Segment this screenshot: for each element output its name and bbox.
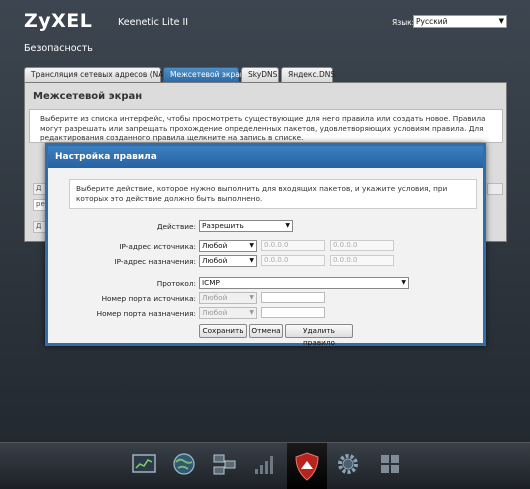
dst-ip-address-field[interactable]: 0.0.0.0 [261,255,325,266]
src-port-mode-select[interactable]: Любой ▼ [199,292,257,304]
src-ip-label: IP-адрес источника: [119,242,196,251]
cancel-button[interactable]: Отмена [249,324,283,338]
dst-ip-mode-select[interactable]: Любой ▼ [199,255,257,267]
protocol-select[interactable]: ICMP ▼ [199,277,409,289]
zyxel-logo: ZyXEL [24,10,93,32]
language-label: Язык: [392,18,415,27]
dst-ip-mask-field[interactable]: 0.0.0.0 [330,255,394,266]
chevron-down-icon: ▼ [249,309,254,316]
background-table-header-right [487,183,503,195]
signal-icon[interactable] [250,450,278,478]
shield-icon[interactable] [287,443,327,489]
rule-dialog: Настройка правила Выберите действие, кот… [45,143,486,347]
bottom-dock [0,442,530,489]
model-name: Keenetic Lite II [118,17,189,28]
dialog-title: Настройка правила [48,146,483,168]
apps-icon[interactable] [376,450,404,478]
dst-port-label: Номер порта назначения: [96,309,196,318]
dst-ip-mode-value: Любой [202,256,228,265]
dst-port-field[interactable] [261,307,325,318]
dst-ip-label: IP-адрес назначения: [114,257,196,266]
dst-port-mode-value: Любой [202,308,228,317]
src-ip-mask-field[interactable]: 0.0.0.0 [330,240,394,251]
panel-description: Выберите из списка интерфейс, чтобы прос… [29,109,503,143]
src-port-field[interactable] [261,292,325,303]
monitor-icon[interactable] [130,450,158,478]
gear-icon[interactable] [334,450,362,478]
network-icon[interactable] [210,450,238,478]
action-value: Разрешить [202,221,244,230]
dst-port-mode-select[interactable]: Любой ▼ [199,307,257,319]
src-ip-mode-value: Любой [202,241,228,250]
page-title: Безопасность [24,43,93,54]
tab-firewall[interactable]: Межсетевой экран [163,67,245,82]
tab-skydns[interactable]: SkyDNS [241,67,279,82]
globe-icon[interactable] [170,450,198,478]
delete-rule-button[interactable]: Удалить правило [285,324,353,347]
chevron-down-icon: ▼ [249,257,254,264]
chevron-down-icon: ▼ [249,294,254,301]
language-value: Русский [416,17,448,26]
dialog-description: Выберите действие, которое нужно выполни… [69,179,477,209]
src-port-mode-value: Любой [202,293,228,302]
protocol-value: ICMP [202,278,220,287]
chevron-down-icon: ▼ [285,222,290,229]
save-button[interactable]: Сохранить [199,324,247,338]
src-ip-address-field[interactable]: 0.0.0.0 [261,240,325,251]
chevron-down-icon: ▼ [249,242,254,249]
tab-yandex-dns[interactable]: Яндекс.DNS [281,67,335,82]
chevron-down-icon: ▼ [401,279,406,286]
panel-heading: Межсетевой экран [33,91,143,102]
src-ip-mode-select[interactable]: Любой ▼ [199,240,257,252]
action-label: Действие: [156,222,196,231]
chevron-down-icon: ▼ [498,17,504,25]
tab-nat[interactable]: Трансляция сетевых адресов (NAT) [24,67,170,82]
protocol-label: Протокол: [156,279,196,288]
action-select[interactable]: Разрешить ▼ [199,220,293,232]
language-select[interactable]: Русский ▼ [413,15,507,28]
src-port-label: Номер порта источника: [101,294,196,303]
